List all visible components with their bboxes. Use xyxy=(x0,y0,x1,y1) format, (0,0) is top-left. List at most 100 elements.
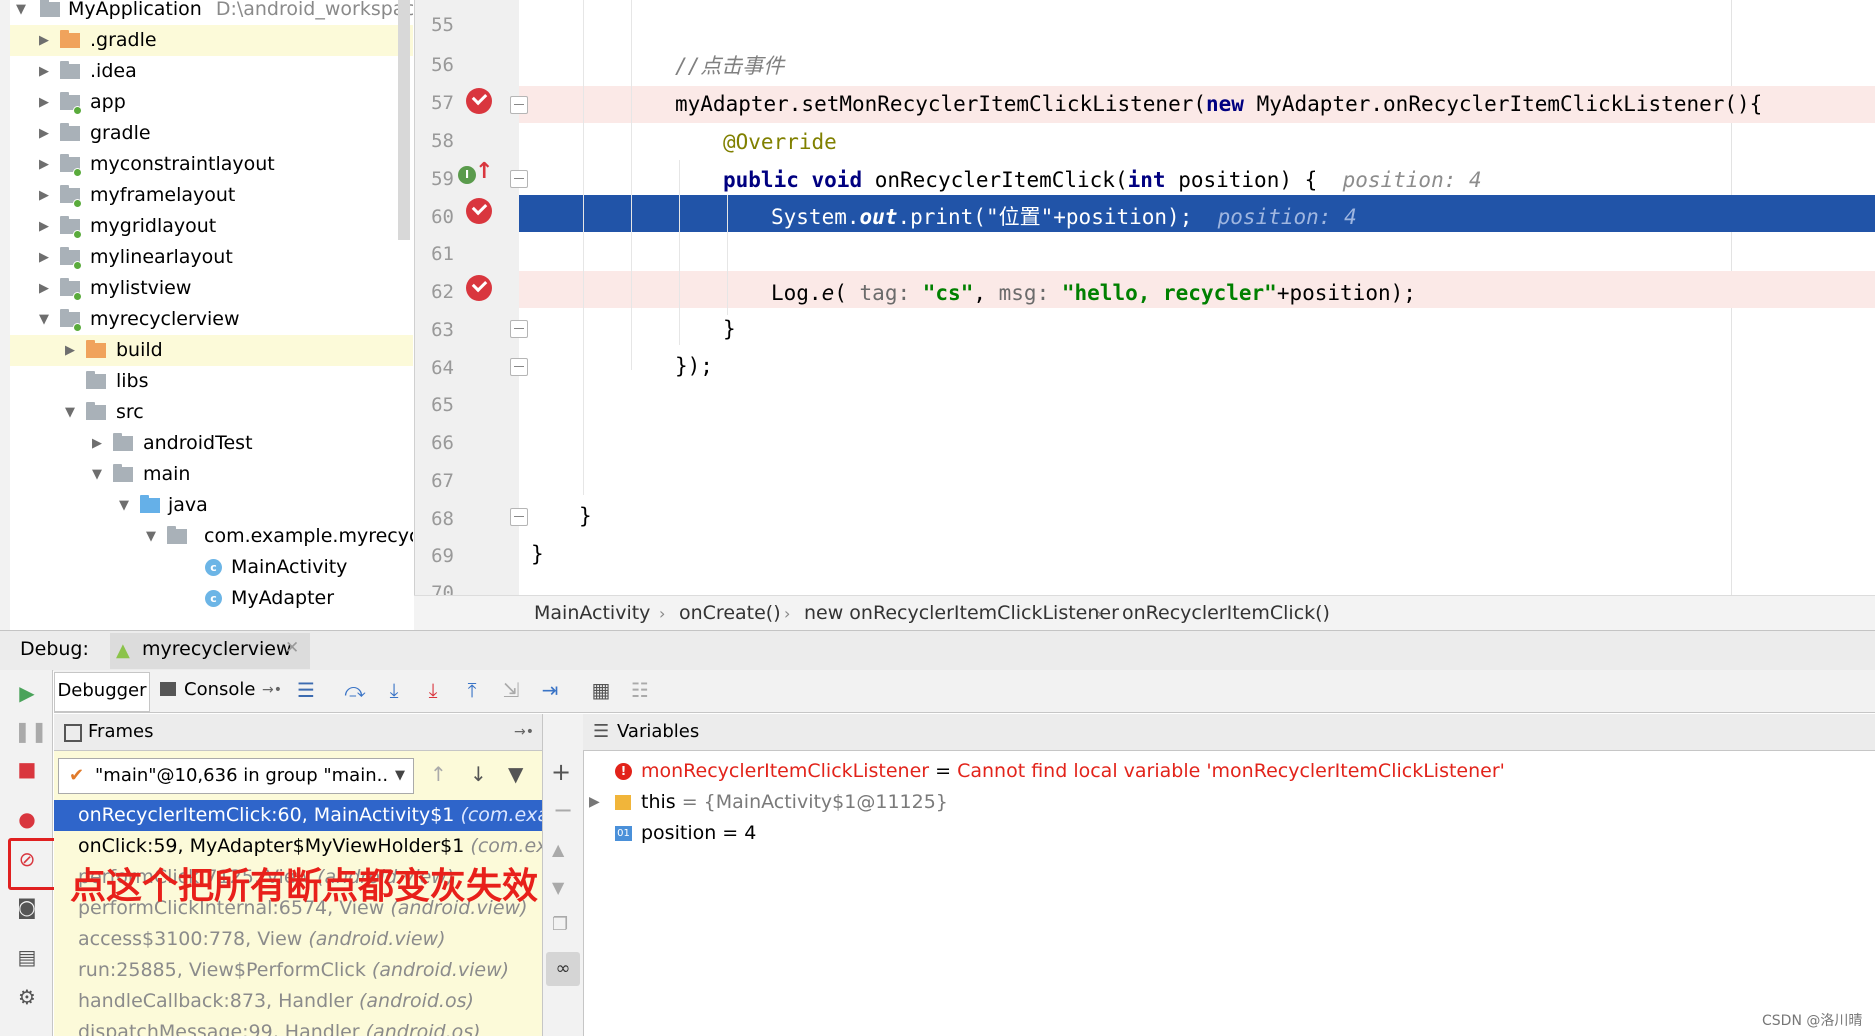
step-into-icon[interactable]: ⤓ xyxy=(380,676,408,704)
fold-icon[interactable] xyxy=(510,358,528,376)
tree-item-myrecyclerview[interactable]: ▼ myrecyclerview xyxy=(10,304,413,335)
filter-icon[interactable]: ▼ xyxy=(508,762,523,786)
breakpoint-icon[interactable] xyxy=(466,88,492,114)
tree-item-gradle[interactable]: ▶ gradle xyxy=(10,118,413,149)
tree-item-mygridlayout[interactable]: ▶ mygridlayout xyxy=(10,211,413,242)
chevron-right-icon[interactable]: ▶ xyxy=(37,242,51,273)
pin-icon[interactable]: →• xyxy=(514,714,534,750)
tree-item-mainactivity[interactable]: c MainActivity xyxy=(10,552,413,583)
fold-icon[interactable] xyxy=(510,170,528,188)
view-breakpoints-icon[interactable]: ● xyxy=(14,806,40,832)
chevron-down-icon[interactable]: ▼ xyxy=(63,397,77,428)
step-over-icon[interactable]: ⤼ xyxy=(341,676,369,704)
chevron-right-icon[interactable]: ▶ xyxy=(37,149,51,180)
variable-row[interactable]: ▶ this = {MainActivity$1@11125} xyxy=(583,787,948,818)
chevron-right-icon[interactable]: ▶ xyxy=(37,180,51,211)
pin-icon[interactable]: →• xyxy=(262,672,282,708)
fold-icon[interactable] xyxy=(510,96,528,114)
tree-item-libs[interactable]: libs xyxy=(10,366,413,397)
thread-select[interactable]: ✔ "main"@10,636 in group "main.. ▼ xyxy=(58,758,414,794)
chevron-down-icon[interactable]: ▼ xyxy=(14,0,28,25)
chevron-right-icon[interactable]: ▶ xyxy=(37,25,51,56)
breadcrumb-item[interactable]: onCreate() xyxy=(679,596,781,631)
force-step-into-icon[interactable]: ⤓ xyxy=(419,676,447,704)
tree-item-build[interactable]: ▶ build xyxy=(10,335,413,366)
up-arrow-icon[interactable]: ↑ xyxy=(430,762,447,786)
code-line-69: } xyxy=(531,542,544,566)
frame-row[interactable]: handleCallback:873, Handler (android.os) xyxy=(54,986,542,1017)
tree-item-package[interactable]: ▼ com.example.myrecycler xyxy=(10,521,413,552)
pause-icon[interactable]: ❚❚ xyxy=(14,718,48,744)
tree-item-myconstraintlayout[interactable]: ▶ myconstraintlayout xyxy=(10,149,413,180)
tree-item-gradle-dir[interactable]: ▶ .gradle xyxy=(10,25,413,56)
tree-item-src[interactable]: ▼ src xyxy=(10,397,413,428)
chevron-right-icon[interactable]: ▶ xyxy=(90,428,104,459)
copy-icon[interactable]: ❐ xyxy=(552,914,568,935)
folder-icon xyxy=(86,371,106,389)
module-folder-icon xyxy=(60,216,82,239)
tree-item-mylistview[interactable]: ▶ mylistview xyxy=(10,273,413,304)
evaluate-expression-icon[interactable]: ▦ xyxy=(587,676,615,704)
add-watch-icon[interactable]: + xyxy=(551,758,571,786)
tree-scrollbar[interactable] xyxy=(398,0,410,240)
override-arrow-icon[interactable]: ↑ xyxy=(475,160,493,184)
down-arrow-icon[interactable]: ↓ xyxy=(470,762,487,786)
breadcrumb-item[interactable]: MainActivity xyxy=(534,596,650,631)
tab-console[interactable]: Console →• xyxy=(150,672,286,710)
chevron-right-icon[interactable]: ▶ xyxy=(63,335,77,366)
tree-root[interactable]: ▼ MyApplication D:\android_workspace\ xyxy=(10,0,413,25)
tab-debugger[interactable]: Debugger xyxy=(54,672,150,712)
chevron-right-icon[interactable]: ▶ xyxy=(37,87,51,118)
move-up-icon[interactable]: ▲ xyxy=(552,840,564,859)
run-to-cursor-icon[interactable]: ⇥ xyxy=(536,676,564,704)
chevron-right-icon[interactable]: ▶ xyxy=(37,211,51,242)
line-number: 59 xyxy=(431,168,454,190)
chevron-right-icon[interactable]: ▶ xyxy=(589,787,600,818)
chevron-right-icon[interactable]: ▶ xyxy=(37,118,51,149)
tree-item-idea[interactable]: ▶ .idea xyxy=(10,56,413,87)
step-out-icon[interactable]: ⤒ xyxy=(458,676,486,704)
stop-icon[interactable]: ■ xyxy=(14,756,40,782)
drop-frame-icon[interactable]: ⇲ xyxy=(497,676,525,704)
resume-icon[interactable]: ▶ xyxy=(14,680,40,706)
variable-row[interactable]: ! monRecyclerItemClickListener = Cannot … xyxy=(583,756,1505,787)
chevron-down-icon[interactable]: ▼ xyxy=(144,521,158,552)
chevron-right-icon[interactable]: ▶ xyxy=(37,56,51,87)
fold-icon[interactable] xyxy=(510,508,528,526)
layout-icon[interactable]: ▤ xyxy=(14,944,40,970)
chevron-down-icon[interactable]: ▼ xyxy=(37,304,51,335)
fold-icon[interactable] xyxy=(510,320,528,338)
chevron-down-icon[interactable]: ▼ xyxy=(90,459,104,490)
debug-session-name: myrecyclerview xyxy=(142,638,292,660)
move-down-icon[interactable]: ▼ xyxy=(552,878,564,897)
tree-item-mylinearlayout[interactable]: ▶ mylinearlayout xyxy=(10,242,413,273)
watches-icon[interactable]: ∞ xyxy=(546,952,580,986)
frame-row[interactable]: onRecyclerItemClick:60, MainActivity$1 (… xyxy=(54,800,542,831)
variable-row[interactable]: 01 position = 4 xyxy=(583,818,756,849)
frame-row[interactable]: access$3100:778, View (android.view) xyxy=(54,924,542,955)
tree-item-androidtest[interactable]: ▶ androidTest xyxy=(10,428,413,459)
show-execution-point-icon[interactable]: ☰ xyxy=(292,676,320,704)
trace-icon[interactable]: ☷ xyxy=(626,676,654,704)
tree-item-java[interactable]: ▼ java xyxy=(10,490,413,521)
frame-row[interactable]: onClick:59, MyAdapter$MyViewHolder$1 (co… xyxy=(54,831,542,862)
close-icon[interactable]: ✕ xyxy=(285,638,299,658)
breakpoint-icon[interactable] xyxy=(466,275,492,301)
frame-row[interactable]: run:25885, View$PerformClick (android.vi… xyxy=(54,955,542,986)
tree-item-main[interactable]: ▼ main xyxy=(10,459,413,490)
breadcrumb-item[interactable]: onRecyclerItemClick() xyxy=(1122,596,1330,631)
chevron-down-icon[interactable]: ▼ xyxy=(117,490,131,521)
breakpoint-icon[interactable] xyxy=(466,198,492,224)
tree-item-app[interactable]: ▶ app xyxy=(10,87,413,118)
camera-icon[interactable]: ◙ xyxy=(14,894,40,920)
remove-watch-icon[interactable]: − xyxy=(553,796,573,824)
tree-item-myadapter[interactable]: c MyAdapter xyxy=(10,583,413,614)
breadcrumb-item[interactable]: new onRecyclerItemClickListener xyxy=(804,596,1119,631)
chevron-right-icon[interactable]: ▶ xyxy=(37,273,51,304)
debug-toolbar xyxy=(54,670,1875,713)
implements-icon[interactable]: I xyxy=(458,166,476,184)
frame-row[interactable]: dispatchMessage:99, Handler (android.os) xyxy=(54,1017,542,1036)
settings-icon[interactable]: ⚙ xyxy=(14,984,40,1010)
tree-item-myframelayout[interactable]: ▶ myframelayout xyxy=(10,180,413,211)
tree-item-label: mygridlayout xyxy=(90,215,217,237)
